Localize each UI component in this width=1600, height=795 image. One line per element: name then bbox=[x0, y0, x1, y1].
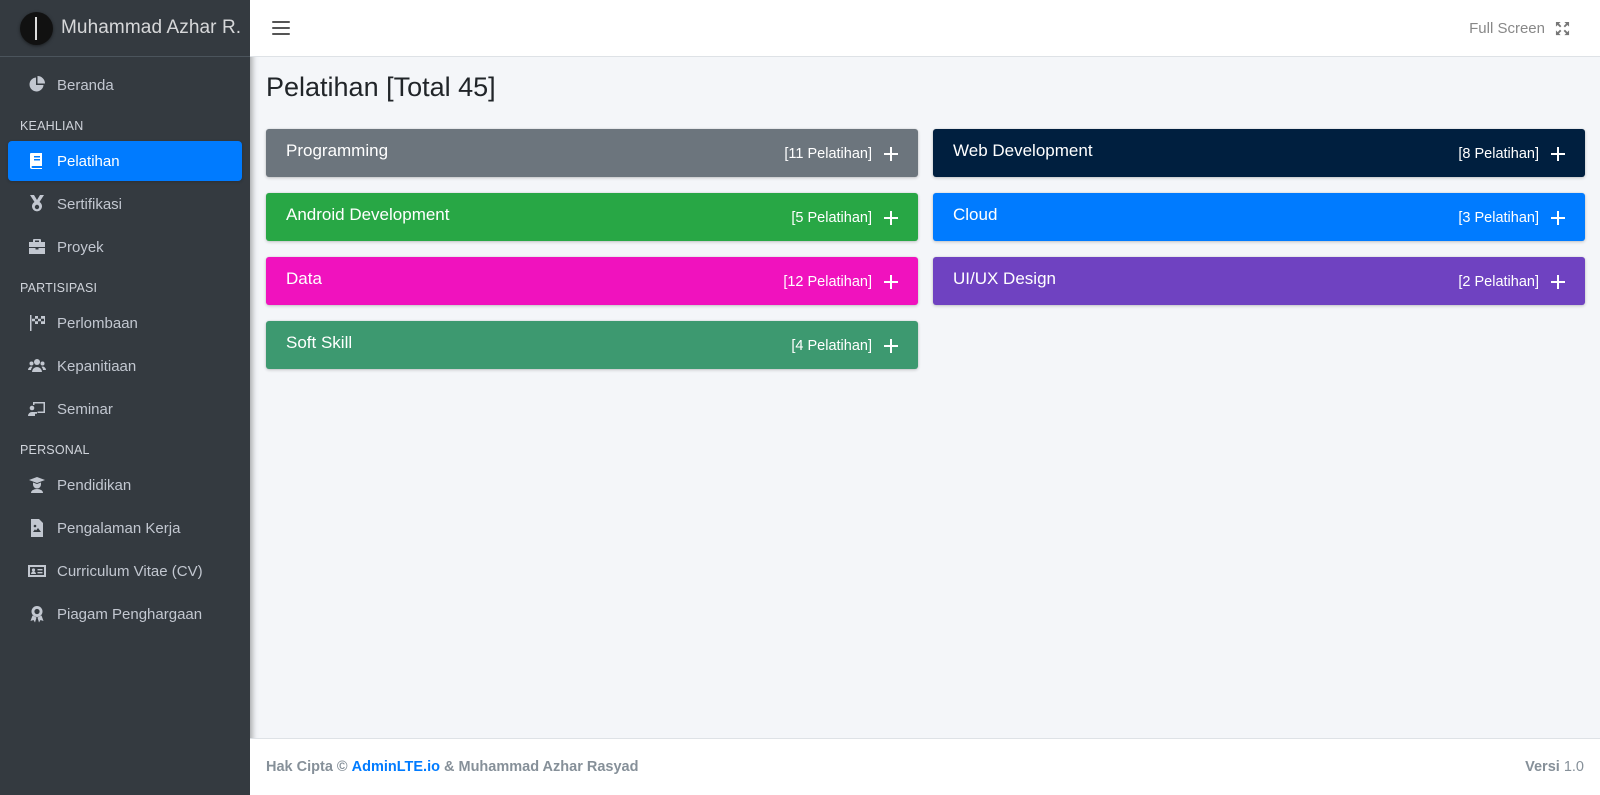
fullscreen-label: Full Screen bbox=[1469, 19, 1545, 37]
card-title: Web Development bbox=[953, 141, 1093, 160]
graduate-icon bbox=[28, 476, 46, 494]
sidebar-item-perlombaan[interactable]: Perlombaan bbox=[8, 303, 242, 343]
category-card[interactable]: Android Development [5 Pelatihan] bbox=[266, 193, 918, 241]
sidebar-item-label: Beranda bbox=[57, 76, 114, 94]
file-image-icon bbox=[28, 519, 46, 537]
sidebar-item-beranda[interactable]: Beranda bbox=[8, 65, 242, 105]
footer: Hak Cipta © AdminLTE.io & Muhammad Azhar… bbox=[250, 738, 1600, 795]
sidebar-item-label: Curriculum Vitae (CV) bbox=[57, 562, 203, 580]
nav-header-keahlian: KEAHLIAN bbox=[20, 119, 84, 133]
version-number: 1.0 bbox=[1563, 759, 1584, 775]
sidebar-item-label: Perlombaan bbox=[57, 314, 138, 332]
plus-icon[interactable] bbox=[884, 210, 898, 225]
category-card[interactable]: Cloud [3 Pelatihan] bbox=[933, 193, 1585, 241]
plus-icon[interactable] bbox=[1551, 274, 1565, 289]
sidebar-item-curriculum-vitae-cv[interactable]: Curriculum Vitae (CV) bbox=[8, 551, 242, 591]
sidebar-item-label: Piagam Penghargaan bbox=[57, 605, 203, 623]
card-title: UI/UX Design bbox=[953, 269, 1056, 288]
briefcase-icon bbox=[28, 238, 46, 256]
sidebar-item-sertifikasi[interactable]: Sertifikasi bbox=[8, 184, 242, 224]
brand-name: Muhammad Azhar R. bbox=[61, 17, 242, 38]
id-card-icon bbox=[28, 562, 46, 580]
sidebar-item-label: Pelatihan bbox=[57, 152, 120, 170]
sidebar-item-seminar[interactable]: Seminar bbox=[8, 389, 242, 429]
chart-pie-icon bbox=[28, 76, 46, 94]
version-info: Versi 1.0 bbox=[1525, 759, 1584, 775]
plus-icon[interactable] bbox=[884, 146, 898, 161]
card-count: [8 Pelatihan] bbox=[1458, 145, 1539, 162]
sidebar: Muhammad Azhar R. Beranda KEAHLIAN Pelatih… bbox=[0, 0, 250, 795]
page-title: Pelatihan [Total 45] bbox=[266, 72, 496, 102]
sidebar-item-pendidikan[interactable]: Pendidikan bbox=[8, 465, 242, 505]
sidebar-item-proyek[interactable]: Proyek bbox=[8, 227, 242, 267]
expand-arrows-icon bbox=[1555, 21, 1570, 35]
top-navbar: Full Screen bbox=[250, 0, 1600, 57]
sidebar-item-piagam-penghargaan[interactable]: Piagam Penghargaan bbox=[8, 594, 242, 634]
card-count: [11 Pelatihan] bbox=[784, 145, 872, 162]
sidebar-item-label: Proyek bbox=[57, 238, 104, 256]
category-card[interactable]: UI/UX Design [2 Pelatihan] bbox=[933, 257, 1585, 305]
plus-icon[interactable] bbox=[884, 338, 898, 353]
category-cards: Programming [11 Pelatihan] Web Development… bbox=[266, 129, 1586, 369]
adminlte-link[interactable]: AdminLTE.io bbox=[352, 759, 440, 775]
version-label: Versi bbox=[1525, 759, 1560, 775]
category-card[interactable]: Programming [11 Pelatihan] bbox=[266, 129, 918, 177]
sidebar-item-label: Seminar bbox=[57, 400, 113, 418]
card-count: [3 Pelatihan] bbox=[1458, 209, 1539, 226]
award-icon bbox=[28, 605, 46, 623]
sidebar-item-kepanitiaan[interactable]: Kepanitiaan bbox=[8, 346, 242, 386]
copyright-prefix: Hak Cipta © bbox=[266, 759, 348, 775]
nav-header-partisipasi: PARTISIPASI bbox=[20, 281, 98, 295]
chalkboard-teacher-icon bbox=[28, 400, 46, 418]
sidebar-item-pengalaman-kerja[interactable]: Pengalaman Kerja bbox=[8, 508, 242, 548]
card-count: [4 Pelatihan] bbox=[791, 337, 872, 354]
card-title: Programming bbox=[286, 141, 389, 160]
users-icon bbox=[28, 357, 46, 375]
sidebar-nav: Beranda KEAHLIAN Pelatihan Sertifikasi Proye… bbox=[0, 57, 250, 634]
card-title: Soft Skill bbox=[286, 333, 353, 352]
card-title: Data bbox=[286, 269, 322, 288]
category-card[interactable]: Web Development [8 Pelatihan] bbox=[933, 129, 1585, 177]
copyright: Hak Cipta © AdminLTE.io & Muhammad Azhar… bbox=[266, 759, 638, 775]
sidebar-item-label: Pengalaman Kerja bbox=[57, 519, 181, 537]
brand-logo bbox=[20, 11, 53, 45]
card-count: [2 Pelatihan] bbox=[1458, 273, 1539, 290]
category-card[interactable]: Data [12 Pelatihan] bbox=[266, 257, 918, 305]
flag-checkered-icon bbox=[28, 314, 46, 332]
fullscreen-button[interactable]: Full Screen bbox=[1469, 20, 1570, 37]
sidebar-item-pelatihan[interactable]: Pelatihan bbox=[8, 141, 242, 181]
plus-icon[interactable] bbox=[884, 274, 898, 289]
card-title: Android Development bbox=[286, 205, 450, 224]
card-count: [12 Pelatihan] bbox=[783, 273, 872, 290]
copyright-suffix: & Muhammad Azhar Rasyad bbox=[444, 759, 639, 775]
plus-icon[interactable] bbox=[1551, 210, 1565, 225]
content-wrapper: Pelatihan [Total 45] Programming [11 Pela… bbox=[266, 57, 1586, 369]
card-title: Cloud bbox=[953, 205, 998, 224]
sidebar-item-label: Sertifikasi bbox=[57, 195, 123, 213]
sidebar-item-label: Kepanitiaan bbox=[57, 357, 137, 375]
card-count: [5 Pelatihan] bbox=[791, 209, 872, 226]
brand-link[interactable]: Muhammad Azhar R. bbox=[0, 0, 250, 57]
nav-header-personal: PERSONAL bbox=[20, 443, 90, 457]
medal-icon bbox=[28, 195, 46, 213]
plus-icon[interactable] bbox=[1551, 146, 1565, 161]
sidebar-item-label: Pendidikan bbox=[57, 476, 132, 494]
menu-toggle-icon[interactable] bbox=[272, 21, 290, 35]
book-icon bbox=[28, 152, 46, 170]
category-card[interactable]: Soft Skill [4 Pelatihan] bbox=[266, 321, 918, 369]
